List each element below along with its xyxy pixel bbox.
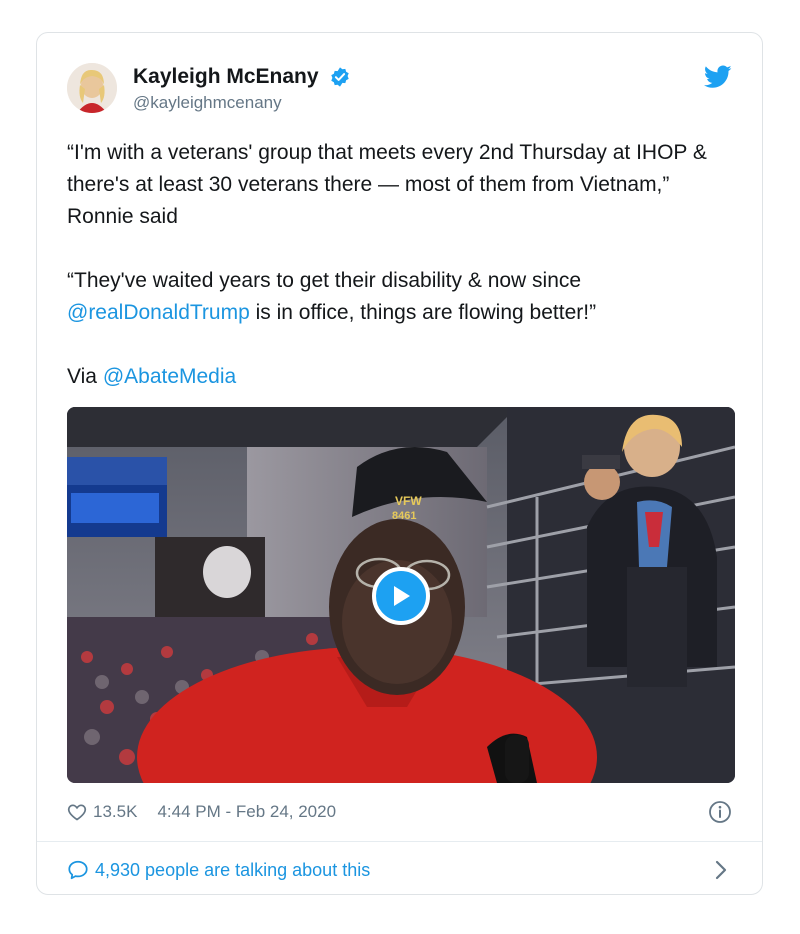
- twitter-bird-icon[interactable]: [704, 65, 732, 89]
- play-button[interactable]: [372, 567, 430, 625]
- speech-bubble-icon: [68, 860, 88, 880]
- author-name[interactable]: Kayleigh McEnany: [133, 65, 319, 89]
- author-handle[interactable]: @kayleighmcenany: [133, 93, 351, 113]
- mention-abatemedia[interactable]: @AbateMedia: [103, 365, 236, 388]
- heart-icon[interactable]: [67, 802, 87, 822]
- via-label: Via: [67, 365, 103, 388]
- tweet-meta: 13.5K 4:44 PM - Feb 24, 2020: [67, 799, 732, 825]
- chevron-right-icon: [715, 860, 727, 880]
- avatar[interactable]: [67, 63, 117, 113]
- tweet-paragraph-via: Via @AbateMedia: [67, 361, 717, 393]
- mention-realdonaldtrump[interactable]: @realDonaldTrump: [67, 301, 250, 324]
- tweet-text: “I'm with a veterans' group that meets e…: [67, 137, 717, 393]
- info-icon[interactable]: [708, 800, 732, 824]
- talking-count-text: 4,930 people are talking about this: [95, 859, 371, 880]
- tweet-paragraph-2: “They've waited years to get their disab…: [67, 265, 717, 329]
- play-icon: [394, 586, 410, 606]
- tweet-card: Kayleigh McEnany @kayleighmcenany “I'm w…: [36, 32, 763, 895]
- divider: [37, 841, 762, 842]
- video-player[interactable]: VFW 8461: [67, 407, 735, 783]
- author-block: Kayleigh McEnany @kayleighmcenany: [133, 65, 351, 113]
- svg-text:8461: 8461: [392, 510, 416, 522]
- svg-text:VFW: VFW: [395, 494, 422, 508]
- tweet-paragraph-1: “I'm with a veterans' group that meets e…: [67, 141, 707, 228]
- verified-badge-icon: [331, 67, 349, 87]
- timestamp[interactable]: 4:44 PM - Feb 24, 2020: [157, 802, 336, 822]
- paragraph-2-text-start: “They've waited years to get their disab…: [67, 269, 582, 292]
- like-count[interactable]: 13.5K: [93, 802, 137, 822]
- paragraph-2-text-end: is in office, things are flowing better!…: [249, 301, 597, 324]
- conversation-link[interactable]: 4,930 people are talking about this: [67, 857, 732, 883]
